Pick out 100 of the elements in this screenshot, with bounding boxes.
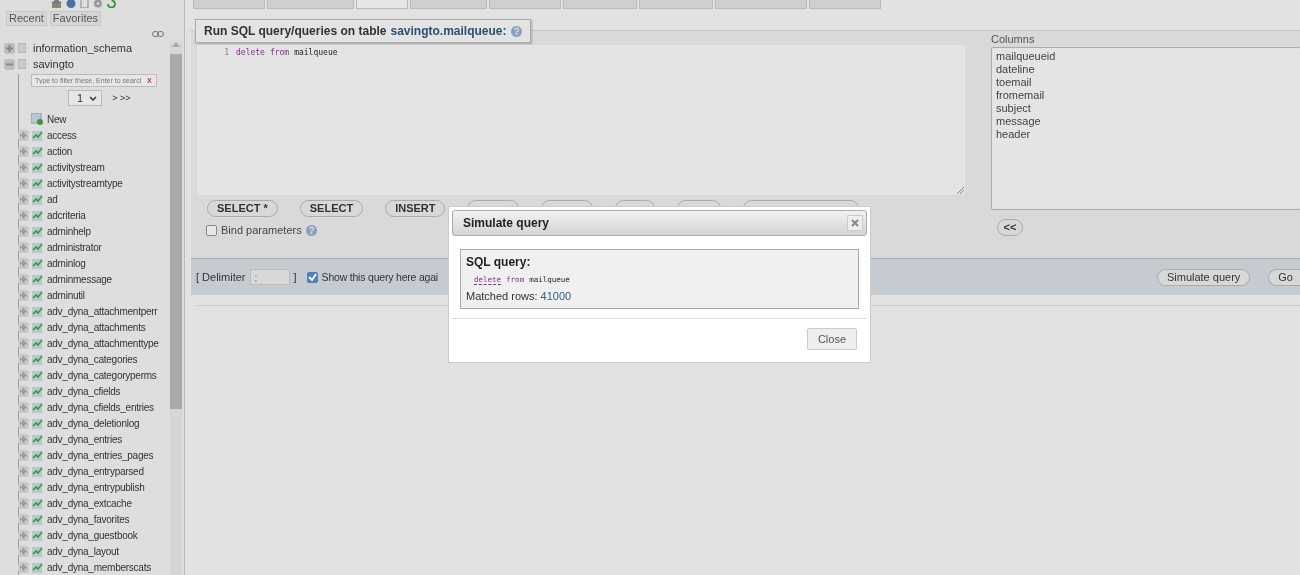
expand-icon[interactable] [18,465,29,477]
expand-icon[interactable] [18,273,29,285]
info-icon[interactable] [65,0,76,8]
submit-button[interactable]: Go [1268,268,1300,286]
table-name[interactable]: adv_dyna_guestbook [47,529,138,541]
expand-icon[interactable] [18,417,29,429]
tab[interactable] [489,0,561,9]
close-button[interactable] [847,215,863,231]
home-icon[interactable] [50,0,62,8]
help-icon[interactable] [510,25,522,37]
table-name[interactable]: action [47,145,73,157]
expand-icon[interactable] [18,209,29,221]
table-name[interactable]: administrator [47,241,102,253]
sidebar-tab[interactable]: Recent [6,11,47,26]
table-name[interactable]: adv_dyna_entries_pages [47,449,154,461]
tab[interactable] [639,0,713,9]
column-option[interactable]: dateline [996,63,1300,76]
expand-icon[interactable] [18,337,29,349]
expand-icon[interactable] [18,369,29,381]
close-button[interactable]: Close [806,328,857,350]
table-name[interactable]: adv_dyna_extcache [47,497,132,509]
tab[interactable] [193,0,265,9]
scrollbar-thumb[interactable] [170,54,182,409]
tab[interactable] [715,0,807,9]
expand-icon[interactable] [18,257,29,269]
table-name[interactable]: adv_dyna_attachments [47,321,146,333]
table-name[interactable]: adv_dyna_memberscats [47,561,151,573]
gear-icon[interactable] [92,0,103,8]
expand-icon[interactable] [18,177,29,189]
expand-icon[interactable] [18,497,29,509]
table-name[interactable]: activitystream [47,161,105,173]
tab[interactable] [356,0,408,9]
table-name[interactable]: adv_dyna_deletionlog [47,417,140,429]
table-name[interactable]: adcriteria [47,209,86,221]
insert-column-button[interactable]: << [997,219,1023,236]
table-link[interactable]: savingto.mailqueue: [390,24,507,38]
table-name[interactable]: adv_dyna_favorites [47,513,130,525]
table-name[interactable]: adminutil [47,289,85,301]
table-name[interactable]: adminmessage [47,273,112,285]
document-icon[interactable] [79,0,89,8]
expand-icon[interactable] [4,42,15,54]
table-name[interactable]: ad [47,193,58,205]
table-name[interactable]: adv_dyna_categoryperms [47,369,157,381]
table-name[interactable]: adv_dyna_categories [47,353,138,365]
expand-icon[interactable] [18,289,29,301]
expand-icon[interactable] [18,449,29,461]
column-option[interactable]: fromemail [996,89,1300,102]
table-name[interactable]: adv_dyna_entryparsed [47,465,144,477]
sql-editor[interactable]: 1 delete from mailqueue [197,45,965,195]
submit-button[interactable]: Simulate query [1156,268,1251,286]
column-option[interactable]: toemail [996,76,1300,89]
expand-icon[interactable] [18,145,29,157]
expand-icon[interactable] [18,401,29,413]
expand-icon[interactable] [18,161,29,173]
column-option[interactable]: mailqueueid [996,50,1300,63]
resize-grip-icon[interactable] [957,187,964,194]
expand-icon[interactable] [18,193,29,205]
table-name[interactable]: adminlog [47,257,86,269]
column-option[interactable]: message [996,115,1300,128]
database-name[interactable]: savingto [33,58,74,70]
column-option[interactable]: header [996,128,1300,141]
help-icon[interactable] [305,224,317,236]
column-option[interactable]: subject [996,102,1300,115]
table-name[interactable]: activitystreamtype [47,177,123,189]
table-name[interactable]: adv_dyna_layout [47,545,119,557]
expand-icon[interactable] [18,385,29,397]
delimiter-field[interactable]: ; [249,269,290,285]
table-name[interactable]: adv_dyna_cfields_entries [47,401,154,413]
refresh-icon[interactable] [106,0,116,8]
link-icon[interactable] [152,31,164,37]
table-name[interactable]: adv_dyna_attachmenttype [47,337,159,349]
query-template-button[interactable]: SELECT * [207,200,278,217]
collapse-icon[interactable] [4,58,15,70]
expand-icon[interactable] [18,529,29,541]
table-name[interactable]: adv_dyna_attachmentperr [47,305,158,317]
expand-icon[interactable] [18,433,29,445]
table-name[interactable]: adv_dyna_entrypublish [47,481,145,493]
table-name[interactable]: adminhelp [47,225,91,237]
tab[interactable] [267,0,354,9]
expand-icon[interactable] [18,353,29,365]
tab[interactable] [410,0,487,9]
expand-icon[interactable] [18,321,29,333]
show-query-checkbox[interactable] [306,271,318,283]
table-name[interactable]: adv_dyna_entries [47,433,122,445]
table-name[interactable]: access [47,129,77,141]
expand-icon[interactable] [18,561,29,573]
next-page-link[interactable]: > >> [112,93,131,103]
page-select[interactable]: 1 [68,90,103,106]
expand-icon[interactable] [18,513,29,525]
new-table-link[interactable]: New [47,113,67,125]
bind-parameters-checkbox[interactable] [206,224,217,236]
scroll-up-icon[interactable] [172,42,180,47]
expand-icon[interactable] [18,225,29,237]
expand-icon[interactable] [18,481,29,493]
sidebar-tab[interactable]: Favorites [49,11,102,26]
database-name[interactable]: information_schema [33,42,133,54]
expand-icon[interactable] [18,545,29,557]
query-template-button[interactable]: INSERT [385,200,446,217]
expand-icon[interactable] [18,129,29,141]
table-name[interactable]: adv_dyna_cfields [47,385,121,397]
